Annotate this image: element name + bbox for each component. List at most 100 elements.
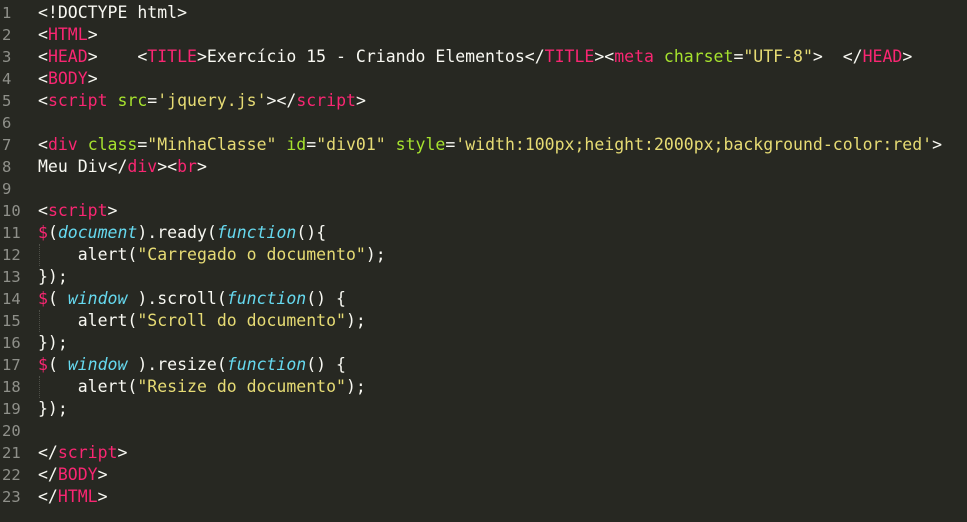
code-line[interactable]: <BODY> xyxy=(38,68,967,90)
code-line[interactable]: <HEAD> <TITLE>Exercício 15 - Criando Ele… xyxy=(38,46,967,68)
code-token: $ xyxy=(38,355,48,374)
line-number: 17 xyxy=(2,356,21,374)
code-token: </ xyxy=(38,465,58,484)
code-token: script xyxy=(57,443,118,462)
code-editor[interactable]: 1 2 3 4 5 6 7 8 9 10 11 12 13 14 15 16 17 18 19 20 21 22 23 <!… xyxy=(0,0,967,522)
line-number: 15 xyxy=(2,312,21,330)
code-token: = xyxy=(147,91,158,110)
code-token: HTML xyxy=(47,25,88,44)
code-token: > xyxy=(87,25,98,44)
code-token: ).ready( xyxy=(137,223,217,242)
code-line[interactable] xyxy=(38,112,967,134)
line-number: 2 xyxy=(2,26,12,44)
code-token: </ xyxy=(38,487,58,506)
code-token: ); xyxy=(345,377,366,396)
code-line[interactable]: }); xyxy=(38,332,967,354)
code-line[interactable]: <!DOCTYPE html> xyxy=(38,2,967,24)
line-number: 20 xyxy=(2,422,21,440)
line-number: 8 xyxy=(2,158,12,176)
code-line[interactable] xyxy=(38,178,967,200)
code-token: }); xyxy=(38,399,68,418)
line-number: 10 xyxy=(2,202,21,220)
code-token: script xyxy=(296,91,356,110)
code-token: document xyxy=(57,223,138,242)
code-token: > xyxy=(355,91,366,110)
line-number: 22 xyxy=(2,466,21,484)
code-token: window xyxy=(67,355,128,374)
code-line[interactable]: }); xyxy=(38,398,967,420)
code-token: id xyxy=(286,135,307,154)
code-token: window xyxy=(67,289,128,308)
code-token: }); xyxy=(38,267,68,286)
code-token: = xyxy=(445,135,456,154)
code-token: > < xyxy=(87,47,148,66)
code-token: meta xyxy=(614,47,654,66)
code-area[interactable]: <!DOCTYPE html> <HTML> <HEAD> <TITLE>Exerc… xyxy=(38,2,967,508)
line-number: 14 xyxy=(2,290,21,308)
code-token: < xyxy=(38,47,48,66)
code-token: alert( xyxy=(38,377,138,396)
code-token: <!DOCTYPE html> xyxy=(38,3,188,22)
line-number: 6 xyxy=(2,114,12,132)
code-line[interactable]: alert("Resize do documento"); xyxy=(38,376,967,398)
code-token: 'width:100px;height:2000px;background-co… xyxy=(455,135,933,154)
line-number: 9 xyxy=(2,180,12,198)
code-line[interactable]: <script> xyxy=(38,200,967,222)
code-token: = xyxy=(137,135,148,154)
code-token: ).scroll( xyxy=(127,289,227,308)
line-number: 5 xyxy=(2,92,12,110)
code-token: (){ xyxy=(296,223,327,242)
code-line[interactable]: }); xyxy=(38,266,967,288)
code-line[interactable]: </script> xyxy=(38,442,967,464)
code-line[interactable]: $( window ).resize(function() { xyxy=(38,354,967,376)
code-token: function xyxy=(226,355,307,374)
line-number: 3 xyxy=(2,48,12,66)
code-line[interactable]: </HTML> xyxy=(38,486,967,508)
code-line[interactable]: <HTML> xyxy=(38,24,967,46)
code-token: >< xyxy=(594,47,615,66)
code-token: HTML xyxy=(57,487,98,506)
code-token: < xyxy=(38,69,48,88)
code-token: Meu Div</ xyxy=(38,157,128,176)
code-line[interactable]: $( window ).scroll(function() { xyxy=(38,288,967,310)
line-number: 13 xyxy=(2,268,21,286)
code-token: < xyxy=(38,201,48,220)
code-token: style xyxy=(395,135,446,154)
code-token: ></ xyxy=(266,91,297,110)
code-token: alert( xyxy=(38,311,138,330)
code-line[interactable]: Meu Div</div><br> xyxy=(38,156,967,178)
code-token: > xyxy=(117,443,128,462)
code-token: < xyxy=(38,135,48,154)
code-token: >Exercício 15 - Criando Elementos</ xyxy=(196,47,545,66)
code-token: "div01" xyxy=(316,135,386,154)
code-token: < xyxy=(38,91,48,110)
code-token: ( xyxy=(47,223,58,242)
code-line[interactable]: <script src='jquery.js'></script> xyxy=(38,90,967,112)
code-token: $ xyxy=(38,289,48,308)
code-token: > xyxy=(97,487,108,506)
code-token: BODY xyxy=(47,69,88,88)
code-line[interactable]: $(document).ready(function(){ xyxy=(38,222,967,244)
code-token: > xyxy=(932,135,943,154)
code-token: = xyxy=(306,135,317,154)
code-token: = xyxy=(733,47,744,66)
code-line[interactable] xyxy=(38,420,967,442)
line-number: 16 xyxy=(2,334,21,352)
code-token: ); xyxy=(345,311,366,330)
code-line[interactable]: </BODY> xyxy=(38,464,967,486)
code-token: "Carregado o documento" xyxy=(137,245,366,264)
code-line[interactable]: alert("Carregado o documento"); xyxy=(38,244,967,266)
code-token: }); xyxy=(38,333,68,352)
code-token: () { xyxy=(306,355,346,374)
code-line[interactable]: <div class="MinhaClasse" id="div01" styl… xyxy=(38,134,967,156)
line-number: 23 xyxy=(2,488,21,506)
code-token: TITLE xyxy=(147,47,197,66)
line-number: 19 xyxy=(2,400,21,418)
code-line[interactable]: alert("Scroll do documento"); xyxy=(38,310,967,332)
code-token: > xyxy=(87,69,98,88)
code-token: > xyxy=(196,157,207,176)
line-number: 21 xyxy=(2,444,21,462)
indent-guide xyxy=(39,376,40,398)
